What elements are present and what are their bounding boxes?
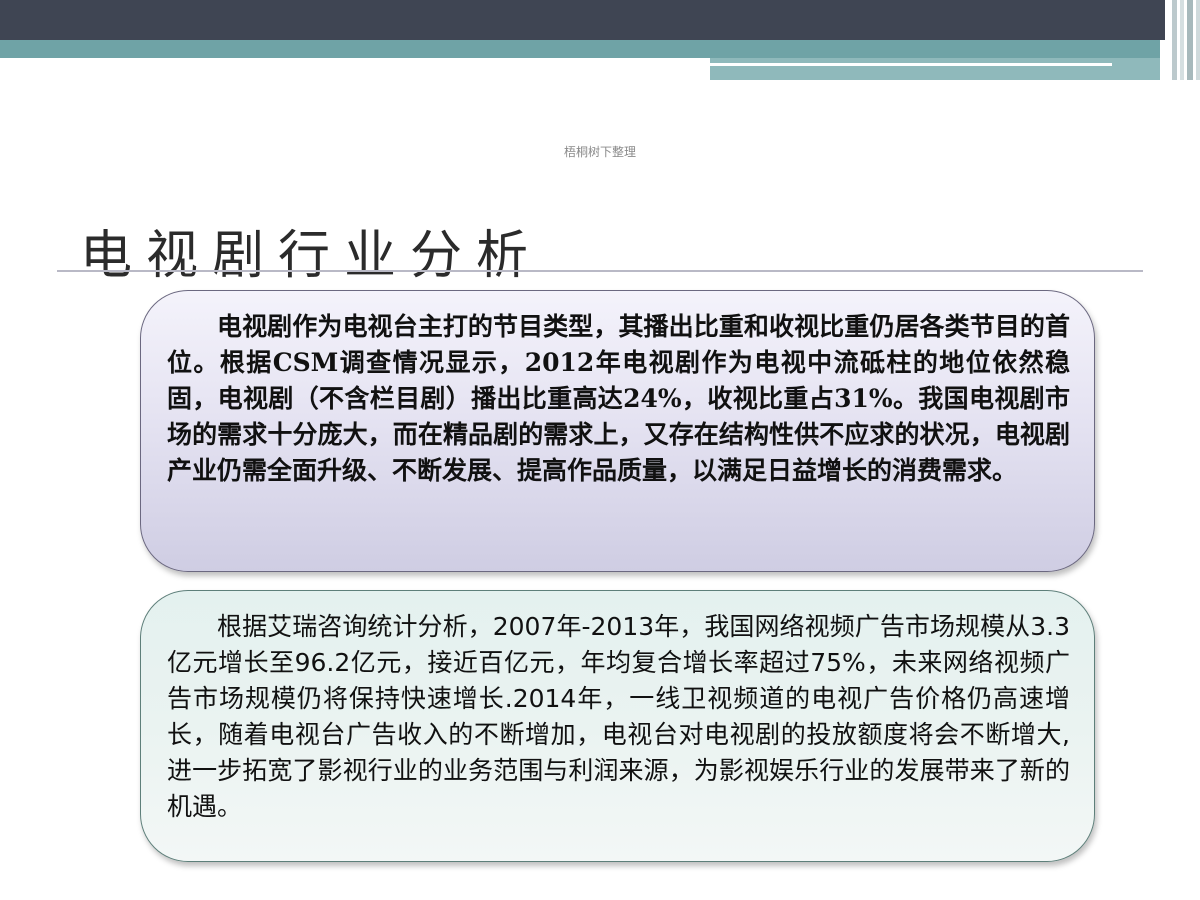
paragraph-online-video-ads: 根据艾瑞咨询统计分析，2007年-2013年，我国网络视频广告市场规模从3.3亿… [167, 612, 1070, 821]
watermark-text: 梧桐树下整理 [563, 145, 636, 159]
header-white-line [710, 63, 1112, 66]
header-teal-stripe [0, 40, 1160, 58]
header-teal-block [710, 58, 1160, 80]
slide-title: 电视剧行业分析 [80, 225, 543, 286]
header-dark-stripe [0, 0, 1165, 40]
text-box-online-video-ads: 根据艾瑞咨询统计分析，2007年-2013年，我国网络视频广告市场规模从3.3亿… [140, 590, 1095, 862]
corner-stripes [1160, 0, 1200, 80]
title-divider [57, 270, 1143, 272]
paragraph-tv-drama-share: 电视剧作为电视台主打的节目类型，其播出比重和收视比重仍居各类节目的首位。根据CS… [167, 312, 1070, 485]
text-box-tv-drama-share: 电视剧作为电视台主打的节目类型，其播出比重和收视比重仍居各类节目的首位。根据CS… [140, 290, 1095, 572]
